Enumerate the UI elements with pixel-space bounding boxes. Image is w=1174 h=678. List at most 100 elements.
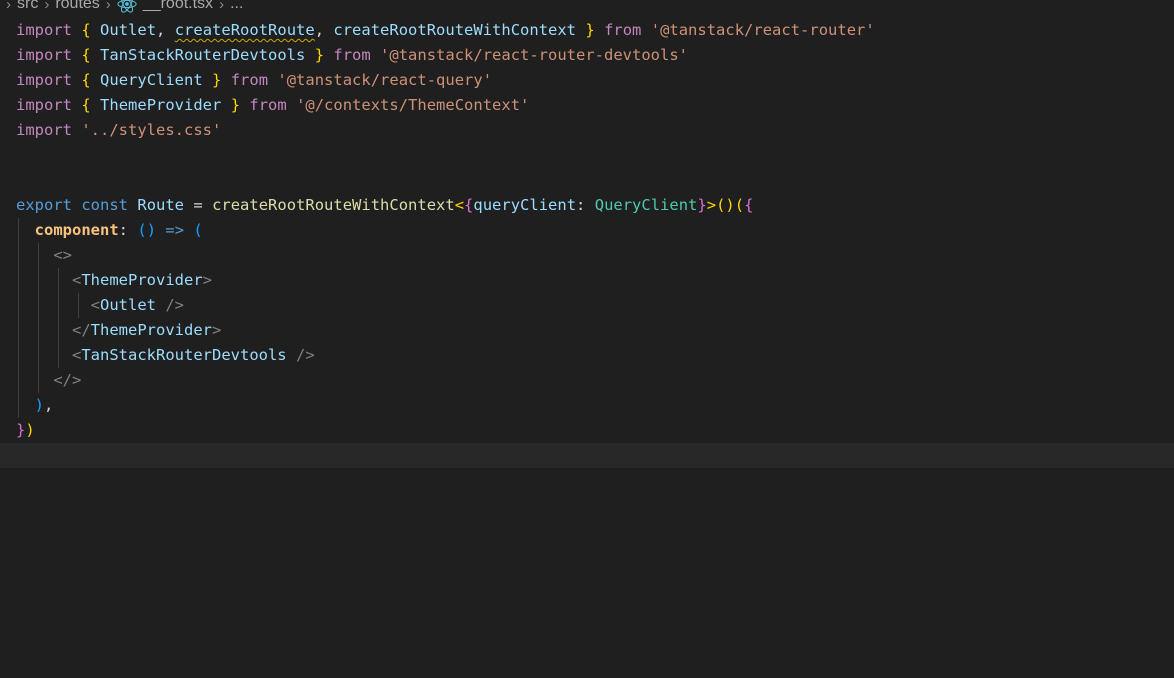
indent-guide	[18, 268, 19, 293]
code-line-13[interactable]: </ThemeProvider>	[0, 318, 1174, 343]
keyword-const: const	[81, 196, 129, 214]
indent-guide	[18, 293, 19, 318]
breadcrumb-item-more[interactable]: ...	[230, 0, 243, 13]
code-line-14[interactable]: <TanStackRouterDevtools />	[0, 343, 1174, 368]
variable-route: Route	[137, 196, 185, 214]
breadcrumb-item-routes[interactable]: routes	[55, 0, 99, 13]
chevron-right-icon: ›	[44, 0, 50, 13]
indent-guide	[18, 368, 19, 393]
paren: )	[34, 396, 45, 414]
paren: (	[193, 221, 203, 239]
indent-guide	[38, 243, 39, 268]
tag-self-close: />	[165, 296, 185, 314]
arrow-operator: =>	[165, 221, 185, 239]
code-line-7[interactable]	[0, 168, 1174, 193]
import-name: QueryClient	[100, 71, 203, 89]
indent-guide	[38, 343, 39, 368]
code-line-1[interactable]: import { Outlet, createRootRoute, create…	[0, 18, 1174, 43]
chevron-right-icon: ›	[6, 0, 11, 13]
keyword-from: from	[333, 46, 371, 64]
code-line-16[interactable]: ),	[0, 393, 1174, 418]
module-string: '@tanstack/react-router'	[650, 21, 875, 39]
tag-bracket: <	[72, 271, 82, 289]
tag-bracket: </	[72, 321, 91, 339]
code-line-9[interactable]: component: () => (	[0, 218, 1174, 243]
tag-bracket: >	[212, 321, 222, 339]
code-line-3[interactable]: import { QueryClient } from '@tanstack/r…	[0, 68, 1174, 93]
react-file-icon	[117, 0, 137, 14]
import-name: ThemeProvider	[100, 96, 222, 114]
code-line-10[interactable]: <>	[0, 243, 1174, 268]
indent-guide	[58, 318, 59, 343]
keyword-from: from	[604, 21, 642, 39]
indent-guide	[38, 268, 39, 293]
fragment-close: </>	[53, 371, 82, 389]
import-name: TanStackRouterDevtools	[100, 46, 306, 64]
indent-guide	[18, 393, 19, 418]
code-line-5[interactable]: import '../styles.css'	[0, 118, 1174, 143]
colon: :	[576, 196, 586, 214]
import-createRootRoute-warning[interactable]: createRootRoute	[175, 21, 315, 39]
chevron-right-icon: ›	[105, 0, 111, 13]
code-line-2[interactable]: import { TanStackRouterDevtools } from '…	[0, 43, 1174, 68]
code-line-18-cursor[interactable]	[0, 443, 1174, 468]
breadcrumb: › src › routes › __root.tsx › ...	[0, 0, 243, 14]
import-outlet: Outlet	[100, 21, 157, 39]
indent-guide	[38, 293, 39, 318]
code-line-12[interactable]: <Outlet />	[0, 293, 1174, 318]
code-line-6[interactable]	[0, 143, 1174, 168]
module-string: '@tanstack/react-query'	[277, 71, 493, 89]
comma: ,	[314, 21, 325, 39]
breadcrumb-item-src[interactable]: src	[17, 0, 38, 13]
keyword-import: import	[16, 71, 72, 89]
jsx-tag-name: Outlet	[100, 296, 156, 314]
keyword-export: export	[16, 196, 72, 214]
jsx-tag-name: TanStackRouterDevtools	[81, 346, 287, 364]
code-editor[interactable]: import { Outlet, createRootRoute, create…	[0, 18, 1174, 678]
code-line-11[interactable]: <ThemeProvider>	[0, 268, 1174, 293]
indent-guide	[18, 218, 19, 243]
comma: ,	[156, 21, 166, 39]
module-string: '@tanstack/react-router-devtools'	[380, 46, 688, 64]
tag-bracket: >	[202, 271, 213, 289]
brace: {	[464, 196, 474, 214]
brace: }	[697, 196, 707, 214]
brace: }	[230, 96, 241, 114]
indent-guide	[58, 293, 59, 318]
tag-bracket: <	[72, 346, 82, 364]
angle-bracket: >	[706, 196, 717, 214]
property-key: queryClient	[473, 196, 577, 214]
code-line-4[interactable]: import { ThemeProvider } from '@/context…	[0, 93, 1174, 118]
indent-guide	[58, 343, 59, 368]
keyword-import: import	[16, 21, 72, 39]
paren: )	[725, 196, 735, 214]
paren: (	[734, 196, 745, 214]
brace: {	[81, 96, 91, 114]
brace: {	[81, 71, 91, 89]
breadcrumb-item-file[interactable]: __root.tsx	[143, 0, 213, 13]
tag-bracket: <	[90, 296, 100, 314]
keyword-import: import	[16, 46, 72, 64]
fragment-open: <>	[53, 246, 72, 264]
jsx-tag-name: ThemeProvider	[81, 271, 203, 289]
comma: ,	[44, 396, 54, 414]
brace: }	[212, 71, 222, 89]
function-call: createRootRouteWithContext	[212, 196, 455, 214]
property-key: component	[34, 221, 119, 239]
indent-guide	[18, 318, 19, 343]
import-createRootRouteWithContext: createRootRouteWithContext	[333, 21, 577, 39]
chevron-right-icon: ›	[219, 0, 225, 13]
brace: }	[16, 421, 26, 439]
brace: {	[81, 46, 91, 64]
operator-equals: =	[193, 196, 203, 214]
module-string: '../styles.css'	[81, 121, 222, 139]
code-line-17[interactable]: })	[0, 418, 1174, 443]
keyword-from: from	[249, 96, 287, 114]
keyword-import: import	[16, 121, 72, 139]
indent-guide	[38, 318, 39, 343]
code-line-15[interactable]: </>	[0, 368, 1174, 393]
code-editor-window: › src › routes › __root.tsx › ... import…	[0, 0, 1174, 678]
indent-guide	[78, 293, 79, 318]
brace: {	[744, 196, 754, 214]
code-line-8[interactable]: export const Route = createRootRouteWith…	[0, 193, 1174, 218]
